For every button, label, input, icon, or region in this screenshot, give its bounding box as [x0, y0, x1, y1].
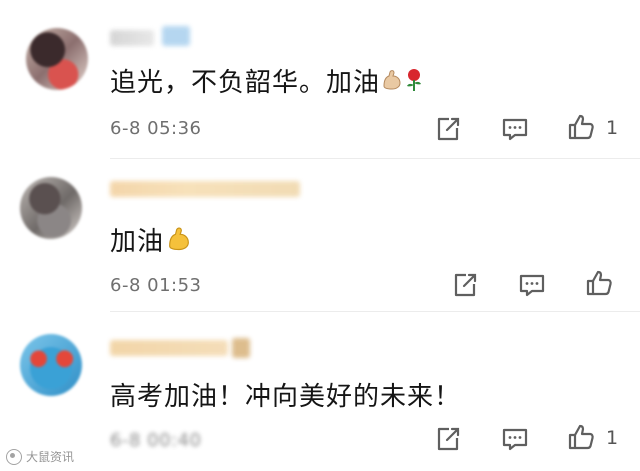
comment-timestamp: 6-8 00:40: [110, 430, 202, 451]
rose-emoji: [404, 68, 424, 99]
watermark: 大鼠资讯: [6, 448, 74, 465]
avatar[interactable]: [20, 177, 82, 239]
avatar[interactable]: [20, 334, 82, 396]
share-button[interactable]: [433, 424, 463, 454]
comment-bubble-icon: [502, 118, 528, 141]
flexed-biceps-emoji: [164, 225, 194, 260]
share-icon: [437, 117, 460, 141]
share-icon: [454, 273, 477, 297]
comment-timestamp: 6-8 01:53: [110, 275, 202, 296]
comment-text-body: 高考加油！冲向美好的未来！: [110, 382, 462, 412]
reply-button[interactable]: [500, 424, 530, 454]
comment-bubble-icon: [519, 274, 545, 297]
thumbs-up-icon: [568, 114, 594, 140]
thumbs-up-icon: [568, 424, 594, 450]
user-badge-blurred: [162, 26, 190, 46]
avatar[interactable]: [26, 28, 88, 90]
comment-text: 追光，不负韶华。加油: [110, 62, 424, 99]
username-blurred[interactable]: [110, 30, 154, 46]
like-count: 1: [606, 427, 619, 449]
comment-item: 追光，不负韶华。加油 6-8 05:36 1: [0, 0, 640, 158]
username-blurred[interactable]: [110, 340, 228, 356]
comment-text: 高考加油！冲向美好的未来！: [110, 376, 461, 413]
like-count: 1: [606, 117, 619, 139]
comment-bubble-icon: [502, 428, 528, 451]
watermark-text: 大鼠资讯: [26, 450, 75, 464]
username-blurred[interactable]: [110, 181, 300, 197]
like-button[interactable]: [566, 422, 596, 452]
reply-button[interactable]: [500, 114, 530, 144]
comment-text: 加油: [110, 221, 194, 260]
share-button[interactable]: [450, 270, 480, 300]
reply-button[interactable]: [517, 270, 547, 300]
like-button[interactable]: [566, 112, 596, 142]
flexed-biceps-emoji: [380, 68, 404, 99]
comment-text-body: 追光，不负韶华。加油: [110, 68, 381, 98]
comment-item: 高考加油！冲向美好的未来！ 6-8 00:40 1: [0, 312, 640, 471]
like-button[interactable]: [584, 268, 614, 298]
thumbs-up-icon: [586, 270, 612, 296]
user-badge-blurred: [232, 338, 250, 358]
comment-text-body: 加油: [110, 227, 165, 257]
share-button[interactable]: [433, 114, 463, 144]
watermark-logo-icon: [6, 448, 22, 465]
comment-item: 加油 6-8 01:53: [0, 159, 640, 311]
comment-timestamp: 6-8 05:36: [110, 118, 202, 139]
share-icon: [437, 427, 460, 451]
